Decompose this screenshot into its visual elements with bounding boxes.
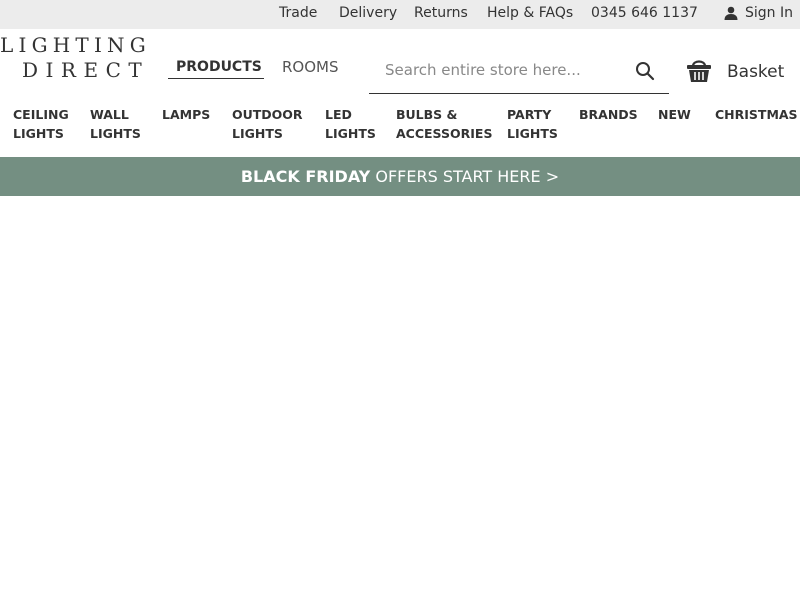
user-icon[interactable] (724, 6, 738, 20)
nav-wall-lights[interactable]: WALL LIGHTS (90, 105, 141, 143)
nav-label-line-1: BRANDS (579, 107, 638, 122)
logo-line-1: LIGHTING (0, 33, 151, 57)
active-tab-underline (168, 78, 264, 79)
nav-ceiling-lights[interactable]: CEILING LIGHTS (13, 105, 69, 143)
nav-label-line-2: LIGHTS (507, 126, 558, 141)
tab-rooms[interactable]: ROOMS (282, 58, 339, 76)
help-faqs-link[interactable]: Help & FAQs (487, 5, 573, 21)
nav-label-line-2: ACCESSORIES (396, 126, 493, 141)
nav-label-line-1: BULBS & (396, 107, 458, 122)
nav-outdoor-lights[interactable]: OUTDOOR LIGHTS (232, 105, 303, 143)
nav-label-line-1: OUTDOOR (232, 107, 303, 122)
nav-label-line-2: LIGHTS (13, 126, 64, 141)
nav-bulbs-accessories[interactable]: BULBS & ACCESSORIES (396, 105, 492, 143)
nav-new[interactable]: NEW (658, 105, 691, 124)
tab-products[interactable]: PRODUCTS (176, 59, 262, 75)
nav-label-line-1: WALL (90, 107, 129, 122)
basket-label[interactable]: Basket (727, 62, 784, 82)
nav-label-line-1: LED (325, 107, 352, 122)
nav-label-line-1: CEILING (13, 107, 69, 122)
promo-banner[interactable]: BLACK FRIDAY OFFERS START HERE > (0, 157, 800, 196)
nav-brands[interactable]: BRANDS (579, 105, 638, 124)
top-utility-bar: Trade Delivery Returns Help & FAQs 0345 … (0, 0, 800, 29)
nav-party-lights[interactable]: PARTY LIGHTS (507, 105, 558, 143)
nav-lamps[interactable]: LAMPS (162, 105, 210, 124)
search-input[interactable] (385, 58, 625, 82)
nav-label-line-2: LIGHTS (90, 126, 141, 141)
nav-label-line-2: LIGHTS (325, 126, 376, 141)
search-box (369, 48, 669, 94)
nav-label-line-1: NEW (658, 107, 691, 122)
nav-label-line-1: LAMPS (162, 107, 211, 122)
main-content-area (0, 196, 800, 600)
sign-in-link[interactable]: Sign In (745, 5, 793, 21)
logo-line-2: DIRECT (22, 58, 150, 82)
nav-led-lights[interactable]: LED LIGHTS (325, 105, 376, 143)
trade-link[interactable]: Trade (279, 5, 317, 21)
search-icon[interactable] (635, 61, 655, 81)
phone-number-link[interactable]: 0345 646 1137 (591, 5, 698, 21)
nav-label-line-2: LIGHTS (232, 126, 283, 141)
returns-link[interactable]: Returns (414, 5, 468, 21)
promo-text: OFFERS START HERE > (375, 167, 560, 186)
basket-icon[interactable] (686, 57, 712, 83)
nav-label-line-1: CHRISTMAS (715, 107, 798, 122)
nav-christmas[interactable]: CHRISTMAS (715, 105, 798, 124)
nav-label-line-1: PARTY (507, 107, 552, 122)
delivery-link[interactable]: Delivery (339, 5, 397, 21)
promo-bold-text: BLACK FRIDAY (240, 167, 371, 186)
